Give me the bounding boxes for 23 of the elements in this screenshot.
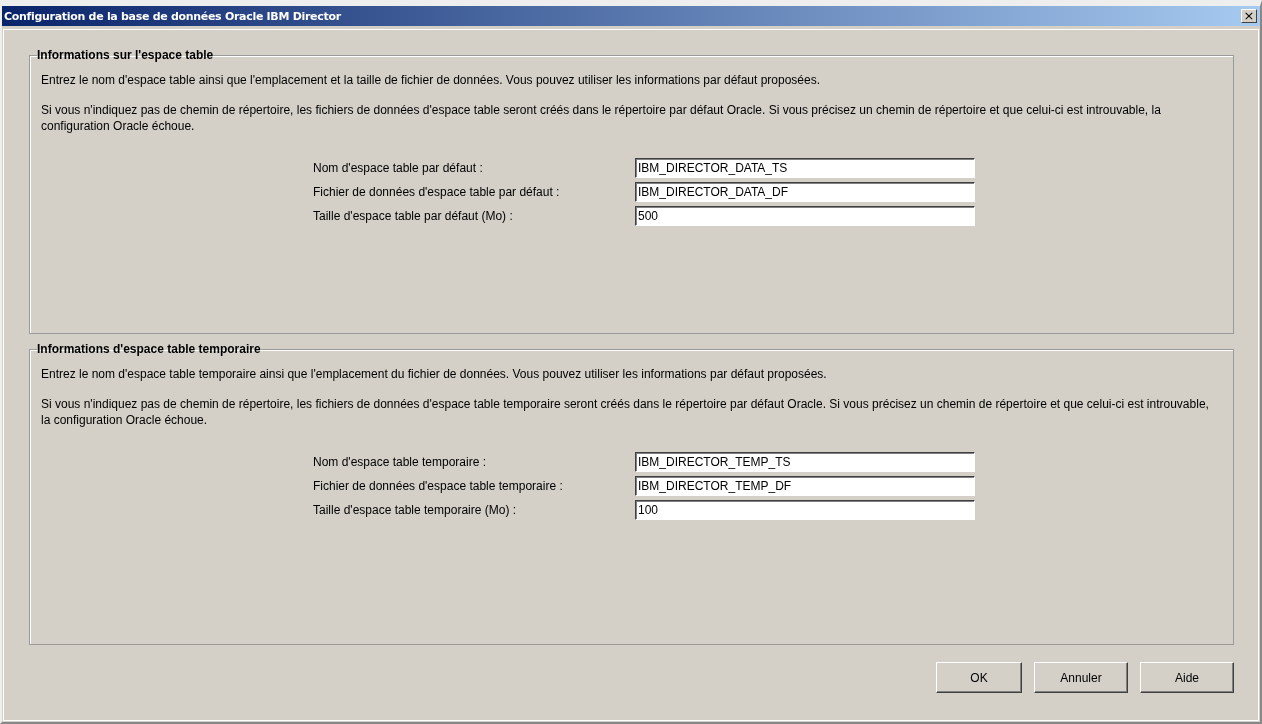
instruction-text: Entrez le nom d'espace table temporaire ainsi que l'emplacement du fichier de données. Vous pouvez utiliser les informations par défaut proposées. — [41, 366, 828, 382]
section-title: Informations d'espace table temporaire — [37, 342, 261, 356]
field-label: Fichier de données d'espace table par défaut : — [313, 185, 561, 199]
field-label: Fichier de données d'espace table temporaire : — [313, 479, 564, 493]
dialog-button[interactable]: Annuler — [1034, 662, 1128, 693]
close-button[interactable]: × — [1241, 9, 1257, 23]
input-field[interactable]: IBM_DIRECTOR_DATA_TS — [635, 158, 975, 178]
field-label: Nom d'espace table par défaut : — [313, 161, 484, 175]
field-label: Taille d'espace table par défaut (Mo) : — [313, 209, 514, 223]
input-field[interactable]: 500 — [635, 206, 975, 226]
instruction-text: Si vous n'indiquez pas de chemin de répertoire, les fichiers de données d'espace table seront créés dans le répertoire par défaut Oracle. Si vous précisez un chemin de répertoire et que celui-ci est introuvable, la configuration Oracle échoue. — [41, 102, 1162, 134]
field-label: Nom d'espace table temporaire : — [313, 455, 488, 469]
instruction-text: Si vous n'indiquez pas de chemin de répertoire, les fichiers de données d'espace table temporaire seront créés dans le répertoire par défaut Oracle. Si vous précisez un chemin de répertoire et que celui-ci est introuvable, la configuration Oracle échoue. — [41, 396, 1210, 428]
instruction-text: Entrez le nom d'espace table ainsi que l'emplacement et la taille de fichier de données. Vous pouvez utiliser les informations par défaut proposées. — [41, 72, 822, 88]
section-title: Informations sur l'espace table — [37, 48, 214, 62]
dialog-button[interactable]: OK — [936, 662, 1022, 693]
input-field[interactable]: IBM_DIRECTOR_TEMP_DF — [635, 476, 975, 496]
window-title: Configuration de la base de données Oracle IBM Director — [4, 9, 341, 23]
input-field[interactable]: 100 — [635, 500, 975, 520]
dialog-button[interactable]: Aide — [1140, 662, 1234, 693]
input-field[interactable]: IBM_DIRECTOR_TEMP_TS — [635, 452, 975, 472]
input-field[interactable]: IBM_DIRECTOR_DATA_DF — [635, 182, 975, 202]
field-label: Taille d'espace table temporaire (Mo) : — [313, 503, 518, 517]
